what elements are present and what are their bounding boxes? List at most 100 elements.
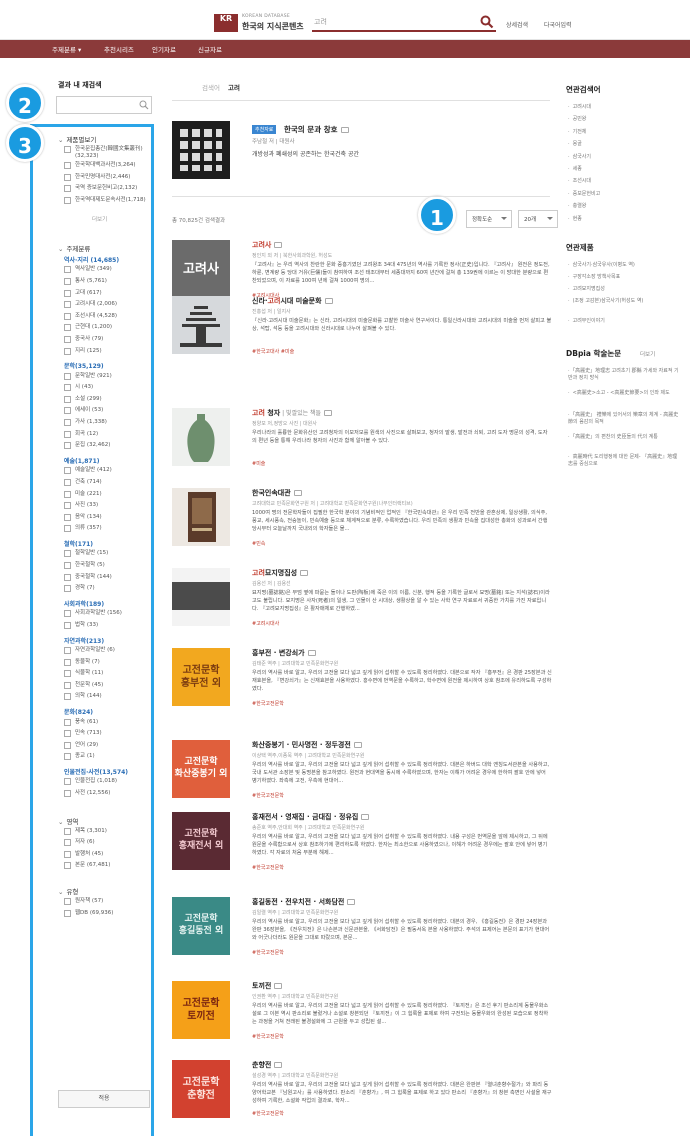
facet-option[interactable]: 근현대 (1,200) bbox=[64, 324, 148, 332]
checkbox[interactable] bbox=[64, 718, 71, 726]
result-thumbnail[interactable]: 고전문학 화산중봉기 외 bbox=[172, 740, 230, 798]
facet-option[interactable]: 회곡 (12) bbox=[64, 430, 148, 438]
detail-search-link[interactable]: 상세검색 bbox=[506, 20, 528, 29]
related-search-link[interactable]: 충렬왕 bbox=[568, 203, 680, 210]
result-item[interactable]: 고전문학 흥부전 외 흥부전 · 변강쇠가 김태준 역주 | 고려대학교 민족문화연… bbox=[172, 648, 552, 708]
checkbox[interactable] bbox=[64, 289, 71, 297]
checkbox[interactable] bbox=[64, 647, 71, 654]
result-title[interactable]: 춘향전 bbox=[252, 1060, 283, 1070]
facet-group-label[interactable]: 역사·지리 (14,685) bbox=[64, 255, 119, 264]
preview-icon[interactable] bbox=[353, 742, 362, 748]
facet-option[interactable]: 통사 (5,761) bbox=[64, 277, 148, 285]
facet-option[interactable]: 동물학 (7) bbox=[64, 658, 148, 666]
checkbox[interactable] bbox=[64, 658, 71, 666]
facet-head-format[interactable]: ⌄ 유형 bbox=[58, 886, 78, 896]
facet-option[interactable]: 문학일반 (921) bbox=[64, 372, 148, 380]
facet-group-label[interactable]: 문화(824) bbox=[64, 707, 93, 716]
facet-head-area[interactable]: ⌄ 영역 bbox=[58, 816, 78, 826]
facet-option[interactable]: 식물학 (11) bbox=[64, 670, 148, 678]
facet-group-label[interactable]: 사회과학(189) bbox=[64, 599, 104, 608]
dbpia-paper-link[interactable]: <高麗史>소고 - <高麗史節要>의 인좌 제도 bbox=[568, 390, 680, 397]
related-product-link[interactable]: 삼국사기·삼국유사(이병도 역) bbox=[568, 262, 680, 269]
facet-option[interactable]: 국역 증보문헌비고(2,132) bbox=[64, 185, 148, 193]
result-tag[interactable]: #한국고전문학 bbox=[252, 949, 284, 956]
checkbox[interactable] bbox=[64, 277, 71, 285]
facet-option[interactable]: 예술일반 (412) bbox=[64, 467, 148, 475]
checkbox[interactable] bbox=[64, 301, 71, 309]
facet-option[interactable]: 사회과학일반 (156) bbox=[64, 610, 148, 618]
search-icon[interactable] bbox=[480, 15, 494, 29]
dbpia-paper-link[interactable]: 「高麗史」의 편찬의 史臣들의 代의 계통 bbox=[568, 434, 680, 441]
checkbox[interactable] bbox=[64, 693, 71, 701]
facet-head-type[interactable]: ⌄ 제품별보기 bbox=[58, 134, 96, 144]
facet-option[interactable]: 한국문집총간(韓國文集叢刊)(32,323) bbox=[64, 146, 148, 160]
facet-head-subject[interactable]: ⌄ 주제분류 bbox=[58, 243, 90, 253]
facet-group-label[interactable]: 철학(171) bbox=[64, 539, 93, 548]
facet-group-label[interactable]: 인물전집·사전(13,574) bbox=[64, 767, 128, 776]
checkbox[interactable] bbox=[64, 741, 71, 749]
checkbox[interactable] bbox=[64, 909, 71, 917]
featured-thumbnail[interactable] bbox=[172, 121, 230, 179]
facet-option[interactable]: 민속 (713) bbox=[64, 730, 148, 738]
checkbox[interactable] bbox=[64, 525, 71, 533]
facet-option[interactable]: 가사 (1,338) bbox=[64, 419, 148, 426]
facet-option[interactable]: 에세이 (53) bbox=[64, 407, 148, 415]
facet-option[interactable]: 고려시대 (2,006) bbox=[64, 301, 148, 309]
preview-icon[interactable] bbox=[274, 1062, 283, 1068]
facet-group-label[interactable]: 예술(1,871) bbox=[64, 456, 100, 465]
facet-option[interactable]: 음악 (134) bbox=[64, 513, 148, 521]
checkbox[interactable] bbox=[64, 790, 71, 797]
nav-series[interactable]: 추천시리즈 bbox=[104, 44, 134, 54]
result-tag[interactable]: #한국고전문학 bbox=[252, 700, 284, 707]
multilang-input-link[interactable]: 다국어입력 bbox=[544, 20, 572, 29]
site-logo[interactable]: KR bbox=[214, 14, 238, 32]
checkbox[interactable] bbox=[64, 442, 71, 450]
checkbox[interactable] bbox=[64, 162, 71, 169]
result-title[interactable]: 화산중봉기 · 민사명전 · 정두경전 bbox=[252, 740, 362, 750]
facet-option[interactable]: 언어 (29) bbox=[64, 741, 148, 749]
nav-subject[interactable]: 주제분류 ▾ bbox=[52, 44, 81, 54]
checkbox[interactable] bbox=[64, 778, 71, 786]
result-thumbnail[interactable] bbox=[172, 296, 230, 354]
result-tag[interactable]: #한국고전문학 bbox=[252, 1110, 284, 1117]
preview-icon[interactable] bbox=[324, 298, 333, 304]
result-thumbnail[interactable] bbox=[172, 568, 230, 626]
related-product-link[interactable]: (조정 고감본)삼국사기(허성도 역) bbox=[568, 298, 680, 305]
result-thumbnail[interactable] bbox=[172, 488, 230, 546]
result-item[interactable]: 고려 청자 | 빛깔있는 책들 정양모 저,정방오 사진 | 대원사 우리나라의 훌… bbox=[172, 408, 550, 468]
checkbox[interactable] bbox=[64, 173, 71, 181]
result-title[interactable]: 신라·고려시대 미술문화 bbox=[252, 296, 333, 306]
tab-keyword[interactable]: 검색어 bbox=[202, 82, 220, 92]
result-item[interactable]: 고전문학 홍길동전 외 홍길동전 · 전우치전 · 서화담전 김일렬 역주 | 고려… bbox=[172, 897, 550, 957]
facet-option[interactable]: 중국철학 (144) bbox=[64, 573, 148, 581]
result-thumbnail[interactable]: 고전문학 흥부전 외 bbox=[172, 648, 230, 706]
result-title[interactable]: 흥부전 · 변강쇠가 bbox=[252, 648, 316, 658]
checkbox[interactable] bbox=[64, 502, 71, 510]
preview-icon[interactable] bbox=[300, 570, 309, 576]
result-title[interactable]: 고려사 bbox=[252, 240, 283, 250]
checkbox[interactable] bbox=[64, 266, 71, 274]
checkbox[interactable] bbox=[64, 681, 71, 689]
dbpia-paper-link[interactable]: 「高麗史」 禮樂에 있어서의 樂章의 체계 - 高麗史 節의 음감의 목적 bbox=[568, 412, 680, 426]
facet-option[interactable]: 중국사 (79) bbox=[64, 335, 148, 343]
facet-option[interactable]: 발행처 (45) bbox=[64, 850, 148, 858]
facet-option[interactable]: 자연과학일반 (6) bbox=[64, 647, 148, 654]
result-tag[interactable]: #한국고대사 #미술 bbox=[252, 348, 294, 355]
result-tag[interactable]: #한국고전문학 bbox=[252, 792, 284, 799]
result-item[interactable]: 고전문학 화산중봉기 외 화산중봉기 · 민사명전 · 정두경전 이상택 역주,이종… bbox=[172, 740, 550, 800]
preview-icon[interactable] bbox=[361, 814, 370, 820]
checkbox[interactable] bbox=[64, 862, 71, 870]
checkbox[interactable] bbox=[64, 562, 71, 569]
tab-query[interactable]: 고려 bbox=[228, 82, 240, 92]
result-item[interactable]: 신라·고려시대 미술문화 진홍섭 저 | 일지사 『신라·고려시대 미술문화』는 신… bbox=[172, 296, 551, 356]
search-input[interactable]: 고려 bbox=[314, 17, 327, 27]
related-search-link[interactable]: 삼국사기 bbox=[568, 154, 680, 161]
facet-option[interactable]: 천문학 (45) bbox=[64, 681, 148, 689]
preview-icon[interactable] bbox=[293, 490, 302, 496]
result-tag[interactable]: #한국고전문학 bbox=[252, 1033, 284, 1040]
checkbox[interactable] bbox=[64, 839, 71, 847]
dbpia-more-link[interactable]: 더보기 bbox=[640, 350, 655, 358]
result-thumbnail[interactable]: 고전문학 토끼전 bbox=[172, 981, 230, 1039]
facet-option[interactable]: 한국민명대사전(2,446) bbox=[64, 173, 148, 181]
facet-option[interactable]: 건축 (714) bbox=[64, 478, 148, 486]
